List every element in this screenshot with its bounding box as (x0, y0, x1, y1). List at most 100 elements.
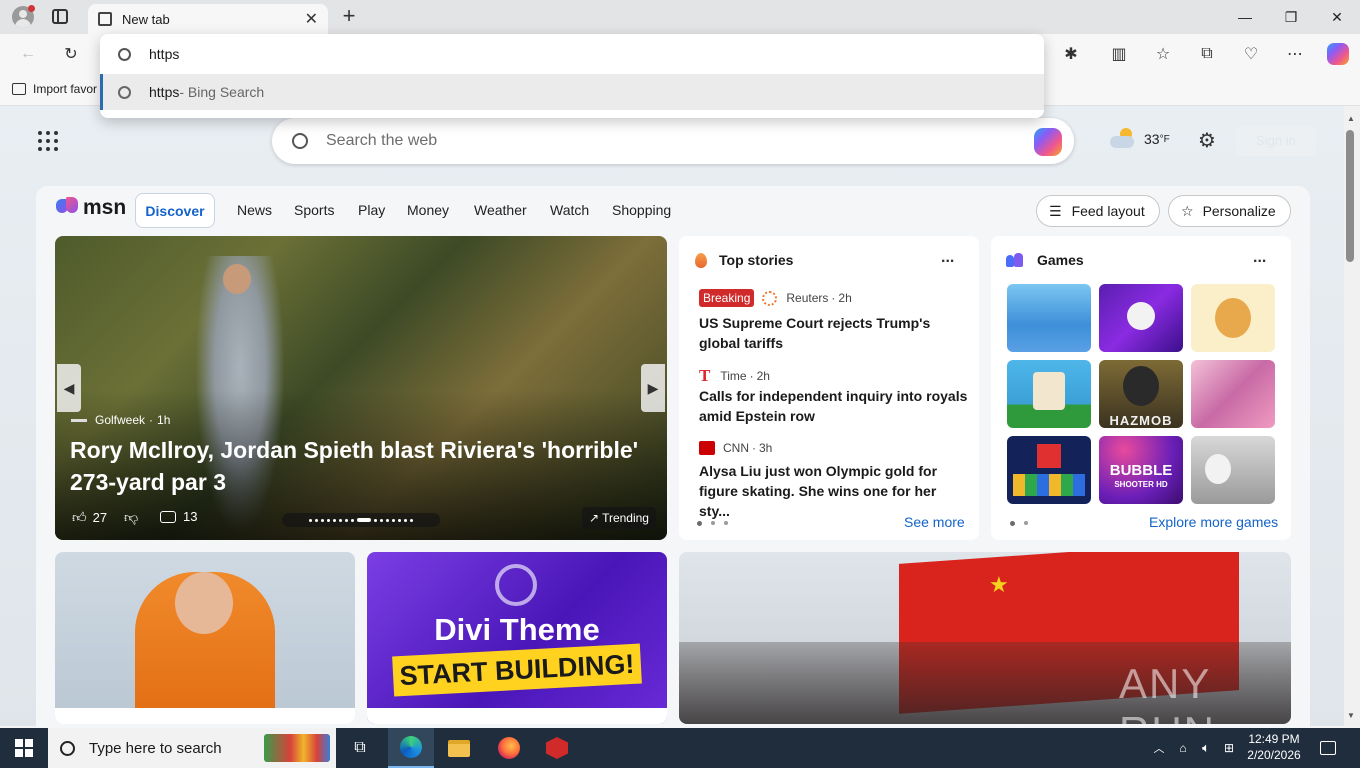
trending-badge[interactable]: ↗ Trending (582, 507, 656, 529)
taskbar-search-box[interactable]: Type here to search (48, 728, 336, 768)
divi-ad-card[interactable]: Divi Theme START BUILDING! (367, 552, 667, 724)
hero-source[interactable]: Golfweek · 1h (71, 413, 170, 427)
trending-label: Trending (602, 511, 649, 525)
personalize-button[interactable]: ☆ Personalize (1168, 195, 1291, 227)
back-icon[interactable]: ← (17, 44, 39, 64)
network-icon[interactable]: ⌂ (1174, 728, 1192, 768)
nav-shopping-label[interactable]: Shopping (612, 202, 671, 218)
game-tile-shiba[interactable] (1191, 284, 1275, 352)
hero-comment-button[interactable]: 13 (160, 509, 197, 524)
copilot-icon[interactable] (1327, 43, 1349, 65)
tab-new-tab[interactable]: New tab ✕ (88, 4, 328, 34)
nav-news-label[interactable]: News (237, 202, 272, 218)
hero-headline[interactable]: Rory McIlroy, Jordan Spieth blast Rivier… (70, 434, 650, 498)
split-screen-icon[interactable]: ▥ (1108, 44, 1130, 64)
story-1-headline[interactable]: US Supreme Court rejects Trump's global … (699, 313, 969, 353)
firefox-icon[interactable] (490, 728, 528, 768)
edge-taskbar-icon[interactable] (388, 728, 434, 768)
start-button[interactable] (0, 728, 48, 768)
refresh-icon[interactable]: ↻ (60, 44, 82, 64)
msn-butterfly-icon (56, 197, 80, 219)
volume-icon[interactable]: 🔈︎ (1197, 728, 1215, 768)
nav-discover[interactable]: Discover (135, 193, 215, 228)
thumbs-down-icon[interactable]: 👎︎ (124, 509, 138, 526)
tab-title: New tab (122, 11, 170, 27)
address-bar[interactable]: https (100, 34, 1044, 74)
nav-sports-label[interactable]: Sports (294, 202, 334, 218)
hero-likes-count: 27 (92, 510, 108, 525)
game-tile-bubble-shooter[interactable]: BUBBLE SHOOTER HD (1099, 436, 1183, 504)
nav-money-label[interactable]: Money (407, 202, 449, 218)
suggestion-bing-search[interactable]: https - Bing Search (100, 74, 1044, 110)
nav-weather[interactable]: Weather (474, 202, 527, 220)
apps-launcher-icon[interactable] (38, 131, 58, 151)
sign-in-button[interactable]: Sign in (1236, 126, 1316, 156)
game-tile-rocket[interactable] (1099, 284, 1183, 352)
nav-watch[interactable]: Watch (550, 202, 589, 220)
nav-shopping[interactable]: Shopping (612, 202, 671, 220)
see-more-link[interactable]: See more (904, 514, 965, 530)
games-header[interactable]: Games (1006, 252, 1084, 268)
nav-weather-label[interactable]: Weather (474, 202, 527, 218)
nav-play-label[interactable]: Play (358, 202, 385, 218)
nav-watch-label[interactable]: Watch (550, 202, 589, 218)
restore-icon[interactable]: ❐ (1268, 0, 1314, 34)
new-tab-button[interactable]: + (338, 4, 360, 28)
collections-icon[interactable]: ⧉ (1196, 44, 1218, 64)
clock[interactable]: 12:49 PM 2/20/2026 (1244, 731, 1304, 763)
msn-logo[interactable]: msn (56, 196, 126, 220)
task-view-icon[interactable]: ⧉ (344, 728, 376, 768)
game-tile-parkour[interactable] (1007, 284, 1091, 352)
weather-widget[interactable]: 33 °F (1110, 128, 1170, 150)
address-bar-input[interactable]: https (149, 46, 179, 62)
thumbs-up-icon: 👍︎ (72, 509, 87, 525)
explore-more-games-link[interactable]: Explore more games (1149, 514, 1278, 530)
nav-sports[interactable]: Sports (294, 202, 334, 220)
feed-layout-button[interactable]: ☰ Feed layout (1036, 195, 1160, 227)
games-people-icon (1006, 252, 1024, 268)
hero-next-button[interactable]: ▶ (641, 364, 665, 412)
game-tile-hazmob[interactable]: HAZMOB (1099, 360, 1183, 428)
separator-dot: · (149, 413, 154, 427)
games-pager-dots[interactable] (1010, 521, 1028, 526)
browser-essentials-icon[interactable]: ♡ (1240, 44, 1262, 64)
games-more-button[interactable]: ... (1253, 249, 1266, 267)
top-stories-more-button[interactable]: ... (941, 249, 954, 267)
show-hidden-icons[interactable]: ︿ (1150, 728, 1168, 768)
game-tile-blocks[interactable] (1007, 436, 1091, 504)
story-3-headline[interactable]: Alysa Liu just won Olympic gold for figu… (699, 461, 969, 521)
nav-play[interactable]: Play (358, 202, 385, 220)
copilot-search-icon[interactable] (1034, 128, 1062, 156)
golfweek-logo-icon (71, 418, 87, 422)
hero-prev-button[interactable]: ◀ (57, 364, 81, 412)
top-stories-pager-dots[interactable] (697, 521, 728, 526)
hero-comments-count: 13 (183, 509, 198, 524)
tab-actions-icon[interactable] (52, 9, 68, 24)
notifications-icon[interactable] (1314, 728, 1342, 768)
close-tab-icon[interactable]: ✕ (305, 9, 318, 29)
minimize-icon[interactable]: — (1222, 0, 1268, 34)
top-stories-header[interactable]: Top stories (695, 252, 793, 268)
close-window-icon[interactable]: ✕ (1314, 0, 1360, 34)
favorites-icon[interactable]: ☆ (1152, 44, 1174, 64)
file-explorer-icon[interactable] (440, 728, 478, 768)
settings-and-more-icon[interactable]: ⋯ (1284, 44, 1306, 64)
extensions-icon[interactable]: ✱ (1060, 44, 1082, 64)
import-favorites-link[interactable]: Import favor (12, 82, 97, 96)
story-2-headline[interactable]: Calls for independent inquiry into royal… (699, 386, 969, 426)
game-tile-archer[interactable] (1191, 436, 1275, 504)
flag-story-card[interactable]: ★ ANY RUN (679, 552, 1291, 724)
nav-news[interactable]: News (237, 202, 272, 220)
page-settings-icon[interactable]: ⚙ (1196, 130, 1218, 152)
hero-age: 1h (157, 413, 171, 427)
game-tile-makeup[interactable] (1191, 360, 1275, 428)
game-tile-cup[interactable] (1007, 360, 1091, 428)
skater-story-card[interactable] (55, 552, 355, 724)
hero-carousel-dots[interactable] (282, 513, 440, 527)
security-app-icon[interactable] (538, 728, 576, 768)
scrollbar-thumb[interactable] (1346, 130, 1354, 262)
language-icon[interactable]: ⊞ (1220, 728, 1238, 768)
hero-like-button[interactable]: 👍︎ 27 (72, 509, 107, 526)
web-search-box[interactable]: Search the web (272, 118, 1074, 164)
nav-money[interactable]: Money (407, 202, 449, 220)
